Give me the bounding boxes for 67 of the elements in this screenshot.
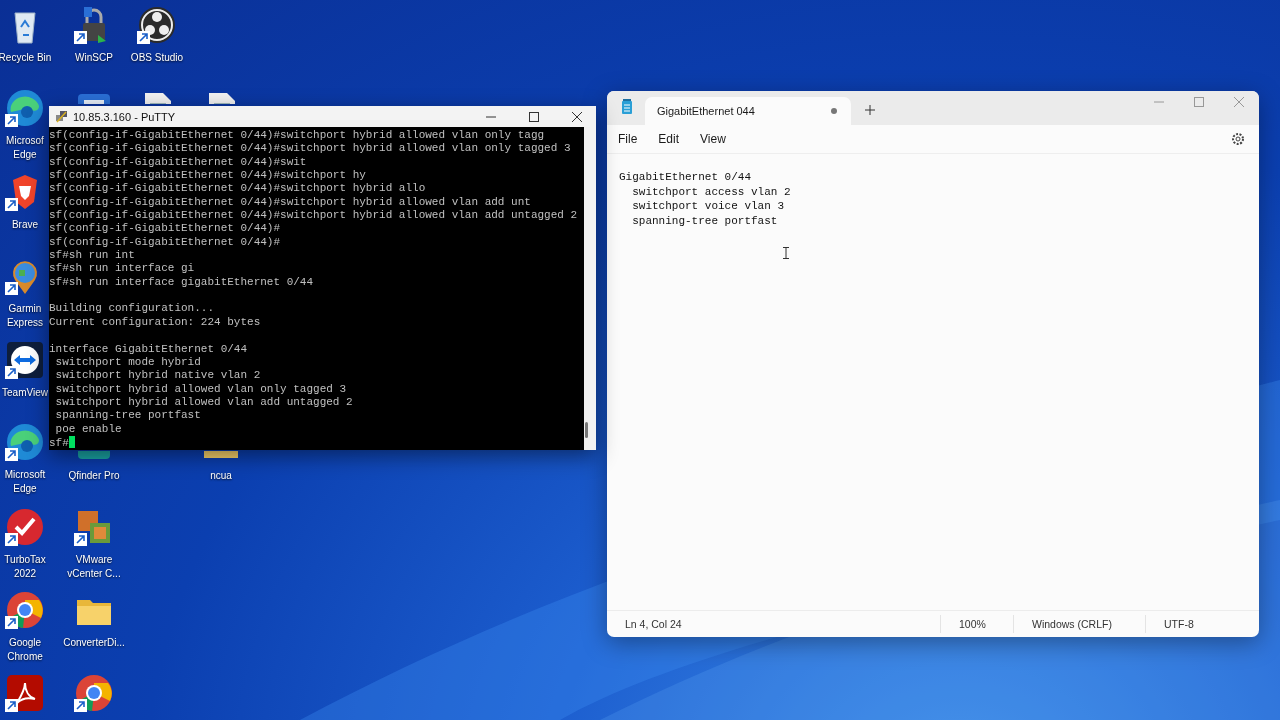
cursor-position: Ln 4, Col 24 [624,617,683,632]
text-cursor [68,435,75,448]
maximize-icon [1194,97,1204,107]
icon-label: Qfinder Pro [68,469,120,483]
icon-label: Microsof [6,134,44,148]
icon-label: ncua [210,469,232,483]
window-title: 10.85.3.160 - PuTTY [73,110,177,123]
icon-label: Edge [13,482,37,496]
terminal-line: sf#sh run interface gi [49,262,196,276]
settings-button[interactable] [1229,130,1247,148]
icon-label: vCenter C... [67,567,121,581]
close-icon [1234,97,1244,107]
scrollbar-thumb[interactable] [585,422,588,438]
terminal-line: sf#sh run int [49,249,136,263]
icon-label: TeamView [2,386,48,400]
terminal-line: sf(config-if-GigabitEthernet 0/44)#switchport hy [49,169,367,183]
terminal-line: sf(config-if-GigabitEthernet 0/44)# [49,235,282,250]
terminal-line: sf(config-if-GigabitEthernet 0/44)#switchport hybrid allowed vlan add unt [49,195,532,210]
text-line: switchport access vlan 2 [631,184,792,200]
terminal-line: poe enable [54,422,123,436]
menu-item[interactable]: File [613,128,650,150]
icon-label: TurboTax [4,553,46,567]
terminal-line: switchport hybrid native vlan 2 [54,369,262,383]
icon-label: ConverterDi... [63,636,125,650]
icon-label: Express [6,316,44,330]
terminal-line: sf(config-if-GigabitEthernet 0/44)#swit [49,155,308,170]
terminal-line: sf(config-if-GigabitEthernet 0/44)#switchport hybrid allowed vlan only tagg [49,129,546,143]
mouse-cursor-icon [783,247,789,259]
close-icon [572,111,582,122]
terminal-line: interface GigabitEthernet 0/44 [49,342,249,356]
icon-label: Edge [13,148,37,162]
icon-label: VMware [75,553,113,567]
text-area[interactable]: GigabitEthernet 0/44 switchport access vlan 2 switchport voice vlan 3 spanning-tree portfast [607,154,1259,610]
icon-label: 2022 [13,567,37,581]
icon-label: Google [8,636,42,650]
icon-label: Microsoft [4,468,46,482]
terminal-prompt: sf# [49,436,69,449]
document-tab[interactable]: GigabitEthernet 044 [645,97,851,125]
icon-label: Chrome [7,650,43,664]
terminal-line: Current configuration: 224 bytes [49,315,262,330]
terminal-line: spanning-tree portfast [54,409,202,423]
line-ending: Windows (CRLF) [1013,615,1145,633]
terminal-line: sf(config-if-GigabitEthernet 0/44)#switchport hybrid allowed vlan only tagged 3 [49,142,572,156]
menu-item[interactable]: Edit [653,128,692,150]
icon-label: WinSCP [75,51,113,65]
terminal-line: sf#sh run interface gigabitEthernet 0/44 [49,275,315,290]
new-tab-button[interactable] [863,103,877,117]
settings-icon [1231,132,1245,146]
terminal-line: Building configuration... [49,302,216,316]
menu-item[interactable]: View [695,128,738,150]
text-line: GigabitEthernet 0/44 [619,170,753,185]
icon-label: Recycle Bin [0,51,52,65]
terminal-line: sf(config-if-GigabitEthernet 0/44)#switchport hybrid allo [49,182,427,196]
icon-label: Garmin [8,302,42,316]
encoding: UTF-8 [1145,615,1259,633]
terminal-line: switchport hybrid allowed vlan only tagged 3 [54,382,348,396]
terminal-line: switchport mode hybrid [54,355,202,370]
text-line: switchport voice vlan 3 [631,199,786,215]
icon-label: Brave [11,218,39,232]
terminal-line: sf(config-if-GigabitEthernet 0/44)#switchport hybrid allowed vlan add untagged 2 [49,209,579,223]
terminal-line: switchport hybrid allowed vlan add untagged 2 [54,395,354,410]
zoom-level: 100% [940,615,1013,633]
icon-label: OBS Studio [130,51,184,65]
maximize-icon [529,111,539,122]
text-line: spanning-tree portfast [631,214,779,229]
notepad-icon [621,99,633,115]
terminal-line: sf(config-if-GigabitEthernet 0/44)# [49,222,282,236]
